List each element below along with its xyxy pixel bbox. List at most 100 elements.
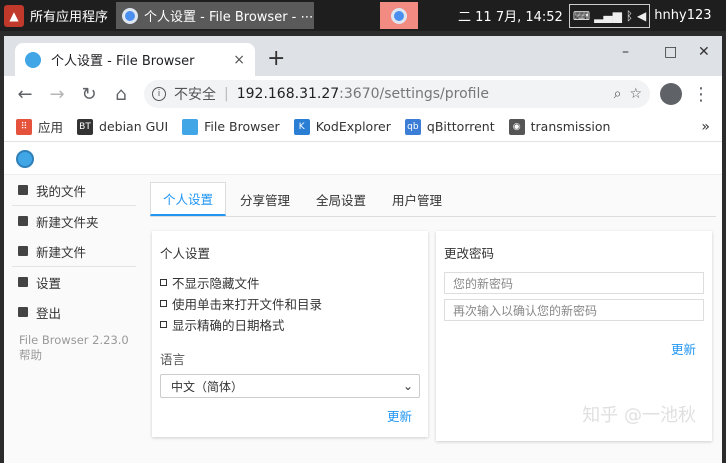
bookmark-item[interactable]: BT debian GUI xyxy=(77,118,168,135)
hide-dotfiles-checkbox[interactable]: 不显示隐藏文件 xyxy=(152,272,428,293)
settings-main: 个人设置 分享管理 全局设置 用户管理 个人设置 不显示隐藏文件 使用单击来打开… xyxy=(150,175,716,441)
chrome-icon xyxy=(122,7,139,24)
filebrowser-logo-icon[interactable] xyxy=(16,149,34,168)
close-tab-icon[interactable]: × xyxy=(233,52,245,68)
network-icon[interactable]: ▂▄▆ xyxy=(594,9,622,23)
profile-card-title: 个人设置 xyxy=(160,246,211,261)
globe-icon: ◉ xyxy=(508,118,525,135)
minimize-button[interactable]: – xyxy=(622,44,629,60)
profile-avatar-icon[interactable] xyxy=(660,83,682,105)
tab-user-management[interactable]: 用户管理 xyxy=(380,182,454,216)
bookmark-label: File Browser xyxy=(204,119,280,134)
bookmarks-overflow-icon[interactable]: » xyxy=(701,119,710,135)
exact-date-checkbox[interactable]: 显示精确的日期格式 xyxy=(152,314,428,335)
sidebar: 我的文件 新建文件夹 新建文件 设置 登出 File Browser 2.23. xyxy=(4,175,144,369)
browser-toolbar: ← → ↻ ⌂ i 不安全 | 192.168.31.27:3670/setti… xyxy=(4,76,722,112)
menu-kebab-icon[interactable]: ⋮ xyxy=(688,81,714,107)
apps-menu-button[interactable]: ▲ 所有应用程序 xyxy=(0,0,114,31)
sidebar-item-new-file[interactable]: 新建文件 xyxy=(4,236,144,266)
taskbar-window-title: 个人设置 - File Browser - ⋯ xyxy=(144,10,314,25)
bookmark-label: qBittorrent xyxy=(426,119,495,134)
logout-icon xyxy=(18,307,28,317)
checkbox-box[interactable] xyxy=(160,279,167,286)
checkbox-label: 显示精确的日期格式 xyxy=(172,318,285,333)
keyboard-icon[interactable]: ⌨ xyxy=(573,9,590,23)
single-click-checkbox[interactable]: 使用单击来打开文件和目录 xyxy=(152,293,428,314)
reload-icon[interactable]: ↻ xyxy=(76,81,102,107)
back-arrow-icon[interactable]: ← xyxy=(12,81,38,107)
url-path: :3670/settings/profile xyxy=(339,86,489,102)
maximize-button[interactable]: □ xyxy=(664,44,677,60)
address-separator: | xyxy=(224,86,229,102)
language-select[interactable]: 中文（简体） ⌄ xyxy=(160,374,420,398)
sidebar-item-settings[interactable]: 设置 xyxy=(4,267,144,297)
clock[interactable]: 二 11 7月, 14:52 xyxy=(458,6,563,25)
sidebar-item-label: 设置 xyxy=(36,275,62,291)
chevron-down-icon: ⌄ xyxy=(402,379,413,393)
checkbox-box[interactable] xyxy=(160,321,167,328)
bookmark-item[interactable]: K KodExplorer xyxy=(293,118,391,135)
browser-tab-title: 个人设置 - File Browser xyxy=(51,54,195,69)
qbittorrent-icon: qb xyxy=(404,118,421,135)
folder-icon xyxy=(18,185,28,195)
settings-icon xyxy=(18,277,28,287)
volume-icon[interactable]: ◀ xyxy=(637,9,646,23)
address-bar[interactable]: i 不安全 | 192.168.31.27:3670/settings/prof… xyxy=(144,80,650,108)
folder-plus-icon xyxy=(18,216,28,226)
sidebar-item-label: 我的文件 xyxy=(36,183,87,199)
sidebar-item-logout[interactable]: 登出 xyxy=(4,297,144,327)
password-update-button[interactable]: 更新 xyxy=(671,339,696,358)
checkbox-label: 不显示隐藏文件 xyxy=(172,276,260,291)
forward-arrow-icon[interactable]: → xyxy=(44,81,70,107)
bookmark-item[interactable]: qb qBittorrent xyxy=(404,118,495,135)
bookmark-item[interactable]: ◉ transmission xyxy=(508,118,610,135)
info-icon[interactable]: i xyxy=(152,87,166,101)
apps-menu-icon: ▲ xyxy=(4,4,24,27)
file-plus-icon xyxy=(18,246,28,256)
help-link[interactable]: 帮助 xyxy=(19,348,129,363)
bluetooth-icon[interactable]: ᛒ xyxy=(626,9,633,23)
system-tray[interactable]: ⌨ ▂▄▆ ᛒ ◀ xyxy=(568,3,651,28)
browser-tab[interactable]: 个人设置 - File Browser × xyxy=(15,43,255,76)
profile-update-button[interactable]: 更新 xyxy=(387,406,412,425)
confirm-password-field[interactable]: 再次输入以确认您的新密码 xyxy=(444,299,704,321)
bookmark-label: KodExplorer xyxy=(315,119,391,134)
sidebar-item-label: 新建文件夹 xyxy=(36,214,99,230)
settings-tabs: 个人设置 分享管理 全局设置 用户管理 xyxy=(150,175,716,217)
bookmark-label: 应用 xyxy=(38,120,64,135)
close-window-button[interactable]: ✕ xyxy=(698,44,710,60)
system-panel: ▲ 所有应用程序 个人设置 - File Browser - ⋯ 二 11 7月… xyxy=(0,0,726,31)
home-icon[interactable]: ⌂ xyxy=(108,81,134,107)
tab-shares[interactable]: 分享管理 xyxy=(228,182,302,216)
browser-window: 个人设置 - File Browser × + – □ ✕ ← → ↻ ⌂ i … xyxy=(4,36,722,463)
apps-menu-label: 所有应用程序 xyxy=(30,10,109,25)
password-card-title: 更改密码 xyxy=(444,246,495,261)
sidebar-item-label: 新建文件 xyxy=(36,244,87,260)
user-menu[interactable]: hnhy123 xyxy=(654,8,711,23)
watermark-text: 知乎 @一池秋 xyxy=(582,405,696,426)
tab-profile[interactable]: 个人设置 xyxy=(150,182,227,216)
new-tab-button[interactable]: + xyxy=(267,46,285,71)
password-card: 更改密码 您的新密码 再次输入以确认您的新密码 更新 知乎 @一池秋 xyxy=(436,231,712,441)
filebrowser-favicon-icon xyxy=(25,51,41,68)
profile-card: 个人设置 不显示隐藏文件 使用单击来打开文件和目录 显示精确的日期格式 语言 中… xyxy=(152,231,428,437)
checkbox-label: 使用单击来打开文件和目录 xyxy=(172,297,323,312)
bookmarks-bar: ⠿ 应用 BT debian GUI File Browser K KodExplorer q… xyxy=(4,112,722,142)
taskbar-chrome-launcher[interactable] xyxy=(380,2,419,29)
filebrowser-icon xyxy=(182,118,199,135)
chrome-icon xyxy=(391,7,408,24)
sidebar-item-label: 登出 xyxy=(36,305,62,321)
checkbox-box[interactable] xyxy=(160,300,167,307)
bookmark-item[interactable]: File Browser xyxy=(182,118,280,135)
url-host: 192.168.31.27 xyxy=(236,86,340,102)
sidebar-item-my-files[interactable]: 我的文件 xyxy=(4,175,144,205)
bookmark-item[interactable]: ⠿ 应用 xyxy=(16,117,63,136)
taskbar-chrome-window[interactable]: 个人设置 - File Browser - ⋯ xyxy=(116,2,315,29)
page-content: 我的文件 新建文件夹 新建文件 设置 登出 File Browser 2.23. xyxy=(4,143,722,463)
sidebar-item-new-folder[interactable]: 新建文件夹 xyxy=(4,206,144,236)
new-password-field[interactable]: 您的新密码 xyxy=(444,272,704,294)
filebrowser-header xyxy=(4,143,722,175)
tab-global-settings[interactable]: 全局设置 xyxy=(304,182,378,216)
bookmark-star-icon[interactable]: ☆ xyxy=(629,86,642,102)
zoom-search-icon[interactable]: ⌕ xyxy=(614,86,622,102)
